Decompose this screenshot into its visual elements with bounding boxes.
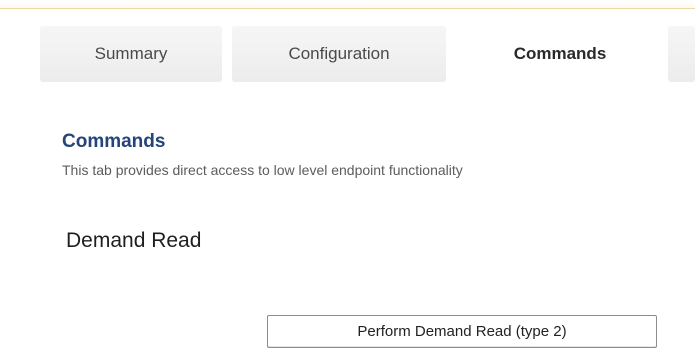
perform-demand-read-button[interactable]: Perform Demand Read (type 2)	[267, 315, 657, 348]
tab-summary[interactable]: Summary	[40, 26, 222, 82]
commands-page: Summary Configuration Commands Commands …	[0, 0, 695, 356]
top-divider	[0, 0, 695, 9]
tab-configuration[interactable]: Configuration	[232, 26, 446, 82]
tab-overflow-edge[interactable]	[668, 26, 695, 82]
section-description: This tab provides direct access to low l…	[62, 162, 463, 178]
demand-read-heading: Demand Read	[66, 229, 202, 252]
tab-commands[interactable]: Commands	[456, 26, 664, 82]
tab-bar: Summary Configuration Commands	[0, 26, 695, 82]
section-title: Commands	[62, 131, 166, 152]
